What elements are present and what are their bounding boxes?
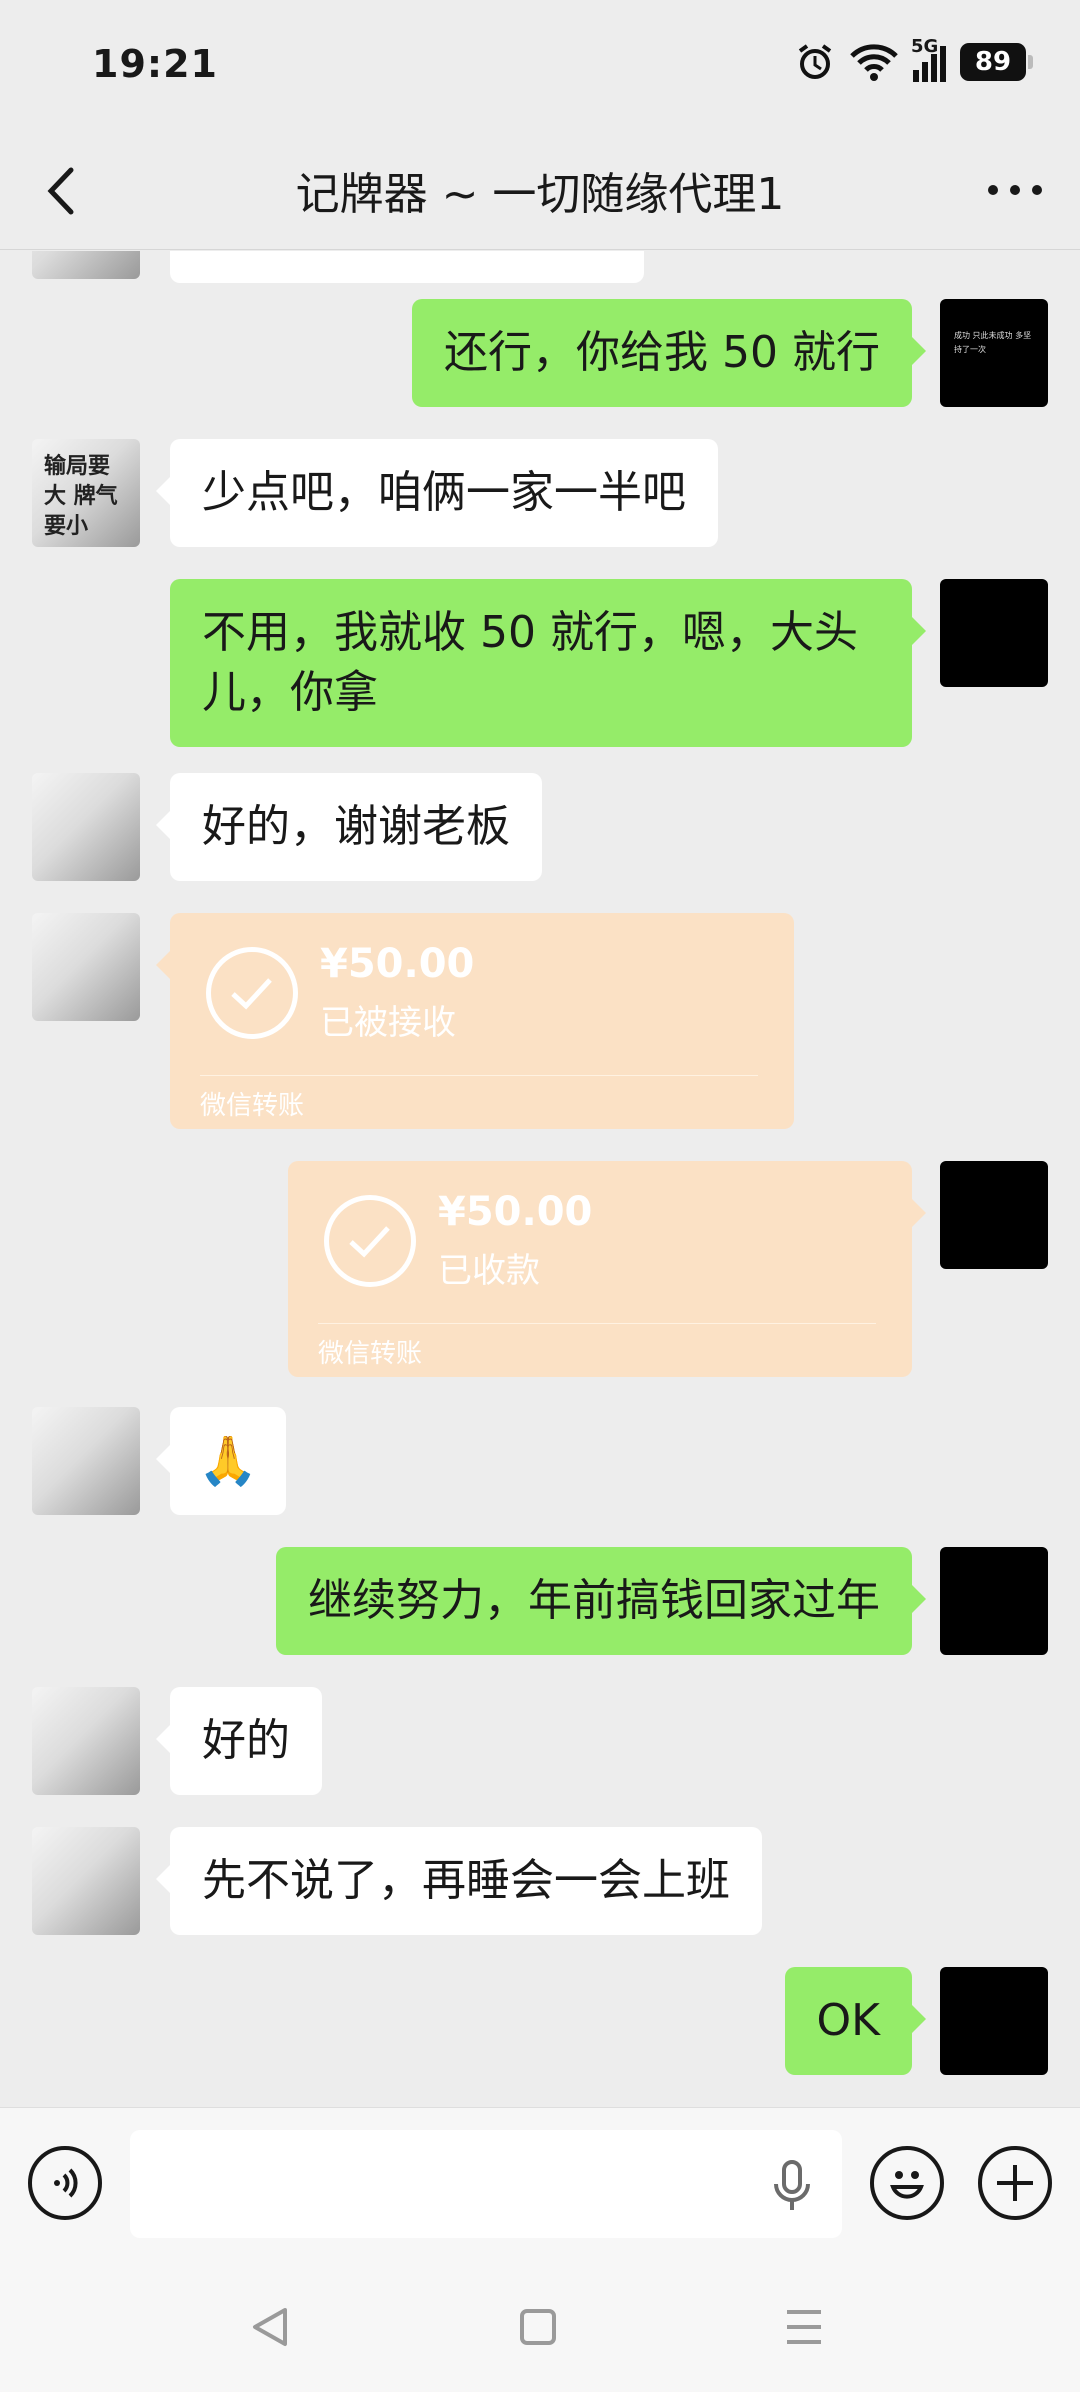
system-menu-button[interactable]: [774, 2302, 834, 2352]
emoji-button[interactable]: [870, 2146, 944, 2220]
plus-icon: [997, 2165, 1033, 2201]
system-home-button[interactable]: [508, 2302, 568, 2352]
transfer-card-received[interactable]: ¥50.00 已被接收 微信转账: [156, 913, 794, 1129]
contact-avatar[interactable]: [32, 1687, 140, 1795]
transfer-divider: [318, 1323, 876, 1324]
transfer-status: 已收款: [438, 1251, 540, 1291]
my-avatar[interactable]: 成功 只此未成功 多坚持了一次: [940, 299, 1048, 407]
contact-avatar[interactable]: 输局要大 牌气要小: [32, 439, 140, 547]
chat-title: 记牌器 ~ 一切随缘代理1: [295, 169, 785, 220]
microphone-icon: [774, 2160, 810, 2210]
previous-message-bubble[interactable]: [170, 251, 644, 283]
message-bubble-sent[interactable]: 不用，我就收 50 就行，嗯，大头儿，你拿: [170, 579, 926, 747]
status-bar: 19:21 5G 89: [0, 0, 1080, 130]
transfer-label: 微信转账: [200, 1091, 305, 1121]
transfer-amount: ¥50.00: [320, 941, 475, 987]
message-bubble-received[interactable]: 好的: [156, 1687, 322, 1795]
chat-header: 记牌器 ~ 一切随缘代理1: [0, 130, 1080, 250]
my-avatar[interactable]: [940, 579, 1048, 687]
message-input[interactable]: [130, 2130, 842, 2238]
message-list[interactable]: 成功 只此未成功 多坚持了一次 还行，你给我 50 就行 输局要大 牌气要小 少…: [0, 251, 1080, 2107]
contact-avatar[interactable]: [32, 1407, 140, 1515]
transfer-label: 微信转账: [318, 1339, 423, 1369]
contact-avatar[interactable]: [32, 1827, 140, 1935]
system-back-button[interactable]: [240, 2302, 300, 2352]
plus-button[interactable]: [978, 2146, 1052, 2220]
transfer-card-sent[interactable]: ¥50.00 已收款 微信转账: [288, 1161, 926, 1377]
emoji-icon: [890, 2171, 924, 2199]
transfer-status: 已被接收: [320, 1003, 456, 1043]
message-bubble-sent[interactable]: OK: [784, 1967, 926, 2075]
more-button[interactable]: [980, 160, 1050, 220]
my-avatar[interactable]: [940, 1547, 1048, 1655]
network-label: 5G: [911, 36, 939, 57]
message-bubble-received[interactable]: 少点吧，咱俩一家一半吧: [156, 439, 718, 547]
my-avatar[interactable]: [940, 1967, 1048, 2075]
more-dots-icon: [988, 185, 1042, 195]
message-bubble-sent[interactable]: 继续努力，年前搞钱回家过年: [276, 1547, 926, 1655]
my-avatar[interactable]: [940, 1161, 1048, 1269]
battery-level: 89: [974, 47, 1012, 77]
system-nav-bar: [0, 2262, 1080, 2392]
avatar-text: 输局要大 牌气要小: [44, 453, 118, 539]
contact-avatar[interactable]: [32, 773, 140, 881]
avatar-text: 成功 只此未成功 多坚持了一次: [954, 331, 1032, 354]
battery-icon: 89: [960, 43, 1033, 81]
square-home-icon: [520, 2309, 556, 2345]
message-bubble-received[interactable]: 好的，谢谢老板: [156, 773, 542, 881]
contact-avatar[interactable]: [32, 913, 140, 1021]
message-bubble-sent[interactable]: 还行，你给我 50 就行: [412, 299, 926, 407]
check-circle-icon: [206, 947, 298, 1039]
voice-button[interactable]: [28, 2146, 102, 2220]
input-bar: [0, 2107, 1080, 2262]
voice-icon: [54, 2168, 78, 2198]
alarm-icon: [798, 44, 832, 79]
status-icons: 5G 89: [795, 36, 1033, 82]
wifi-icon: [850, 44, 898, 81]
microphone-button[interactable]: [768, 2158, 816, 2218]
menu-lines-icon: [787, 2310, 821, 2344]
contact-avatar[interactable]: [32, 251, 140, 279]
triangle-back-icon: [253, 2308, 287, 2346]
message-bubble-received[interactable]: 🙏: [156, 1407, 286, 1515]
check-circle-icon: [324, 1195, 416, 1287]
transfer-amount: ¥50.00: [438, 1189, 593, 1235]
signal-5g-icon: 5G: [911, 36, 946, 82]
status-time: 19:21: [92, 42, 218, 86]
message-bubble-received[interactable]: 先不说了，再睡会一会上班: [156, 1827, 762, 1935]
transfer-divider: [200, 1075, 758, 1076]
